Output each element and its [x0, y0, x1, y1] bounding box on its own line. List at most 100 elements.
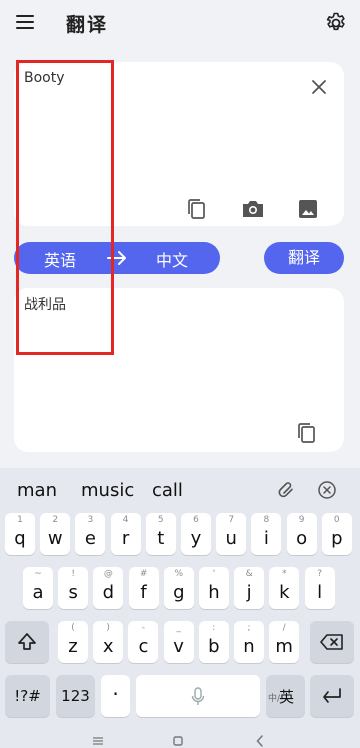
- key-label: u: [225, 528, 237, 549]
- key-label: a: [32, 582, 44, 603]
- key-n[interactable]: ; n: [234, 621, 264, 663]
- key-u[interactable]: 7u: [216, 513, 247, 555]
- image-icon[interactable]: [297, 198, 319, 220]
- system-navigation-bar: [0, 732, 360, 748]
- close-icon[interactable]: [310, 78, 328, 96]
- key-secondary-label: -: [141, 623, 146, 633]
- key-label: r: [121, 528, 130, 549]
- key-secondary-label: ;: [247, 623, 251, 633]
- suggestion-item[interactable]: call: [152, 480, 183, 501]
- key-label: e: [84, 528, 96, 549]
- key-e[interactable]: 3e: [75, 513, 106, 555]
- key-j[interactable]: & j: [234, 567, 265, 609]
- key-r[interactable]: 4r: [110, 513, 141, 555]
- enter-icon: [323, 688, 341, 703]
- suggestion-item[interactable]: music: [81, 480, 134, 501]
- copy-icon[interactable]: [186, 198, 208, 220]
- key-secondary-label: ?: [317, 569, 322, 579]
- key-l[interactable]: ? l: [304, 567, 335, 609]
- home-icon[interactable]: [173, 736, 183, 746]
- backspace-icon: [320, 634, 343, 650]
- menu-icon[interactable]: [92, 736, 104, 746]
- key-label: n: [243, 636, 255, 657]
- key-k[interactable]: * k: [269, 567, 300, 609]
- gear-icon[interactable]: [324, 11, 348, 35]
- key-w[interactable]: 2w: [40, 513, 71, 555]
- key-label: g: [173, 582, 185, 603]
- key-g[interactable]: % g: [163, 567, 194, 609]
- key-label: l: [317, 582, 323, 603]
- target-language[interactable]: 中文: [156, 247, 188, 271]
- key-secondary-label: &: [245, 569, 253, 579]
- key-secondary-label: _: [176, 623, 181, 633]
- key-f[interactable]: # f: [128, 567, 159, 609]
- key-secondary-label: 3: [87, 515, 94, 525]
- key-label: x: [102, 636, 114, 657]
- key-d[interactable]: @ d: [93, 567, 124, 609]
- soft-keyboard: man music call 1q2w3e4r5t6y7u8i9o0p ~ a! s…: [0, 468, 360, 748]
- punctuation-key[interactable]: ·: [101, 675, 130, 717]
- key-o[interactable]: 9o: [286, 513, 317, 555]
- key-label: o: [296, 528, 308, 549]
- key-i[interactable]: 8i: [251, 513, 282, 555]
- shift-key[interactable]: [5, 621, 49, 663]
- key-label: d: [102, 582, 115, 603]
- key-x[interactable]: ) x: [93, 621, 124, 663]
- symbols-key[interactable]: !?#: [5, 675, 50, 717]
- page-title: 翻译: [66, 14, 109, 36]
- key-secondary-label: 9: [298, 515, 305, 525]
- key-secondary-label: @: [103, 569, 113, 579]
- key-secondary-label: 1: [17, 515, 23, 525]
- key-secondary-label: *: [282, 569, 287, 579]
- key-t[interactable]: 5t: [145, 513, 176, 555]
- key-b[interactable]: :b: [198, 621, 229, 663]
- key-secondary-label: (: [71, 623, 75, 633]
- suggestion-item[interactable]: man: [17, 480, 57, 501]
- menu-icon[interactable]: [16, 15, 34, 29]
- key-secondary-label: /: [282, 623, 286, 633]
- clipboard-icon[interactable]: [277, 480, 297, 500]
- key-q[interactable]: 1q: [5, 513, 35, 555]
- key-label: s: [68, 582, 78, 603]
- key-secondary-label: ': [212, 569, 216, 579]
- key-z[interactable]: (z: [58, 621, 88, 663]
- enter-key[interactable]: [310, 675, 354, 717]
- space-key[interactable]: [136, 675, 260, 717]
- key-s[interactable]: ! s: [58, 567, 89, 609]
- key-m[interactable]: / m: [269, 621, 300, 663]
- key-label: w: [47, 528, 63, 549]
- key-secondary-label: ): [106, 623, 110, 633]
- language-toggle-key[interactable]: 中/ 英: [266, 675, 305, 717]
- backspace-key[interactable]: [310, 621, 354, 663]
- back-icon[interactable]: [256, 735, 264, 747]
- key-c[interactable]: -c: [128, 621, 159, 663]
- numbers-key[interactable]: 123: [56, 675, 95, 717]
- close-icon[interactable]: [317, 480, 337, 500]
- key-v[interactable]: _ v: [163, 621, 194, 663]
- key-secondary-label: 2: [52, 515, 59, 525]
- key-label: m: [275, 636, 293, 657]
- key-h[interactable]: ' h: [199, 567, 229, 609]
- key-label: v: [173, 636, 184, 657]
- key-p[interactable]: 0p: [321, 513, 352, 555]
- key-a[interactable]: ~ a: [23, 567, 53, 609]
- key-secondary-label: 5: [157, 515, 164, 525]
- key-secondary-label: #: [139, 569, 148, 579]
- key-secondary-label: 4: [122, 515, 129, 525]
- key-secondary-label: 8: [263, 515, 270, 525]
- key-label: f: [140, 582, 147, 603]
- key-label: t: [157, 528, 165, 549]
- key-secondary-label: :: [212, 623, 216, 633]
- key-label: k: [279, 582, 290, 603]
- key-label: z: [68, 636, 78, 657]
- app-bar: 翻译: [0, 0, 360, 48]
- key-label: c: [138, 636, 149, 657]
- copy-icon[interactable]: [296, 422, 318, 444]
- translate-button[interactable]: 翻译: [264, 242, 344, 274]
- camera-icon[interactable]: [241, 198, 265, 220]
- key-secondary-label: %: [174, 569, 184, 579]
- key-y[interactable]: 6y: [181, 513, 211, 555]
- key-secondary-label: 0: [333, 515, 340, 525]
- microphone-icon: [191, 687, 205, 705]
- key-label: b: [208, 636, 220, 657]
